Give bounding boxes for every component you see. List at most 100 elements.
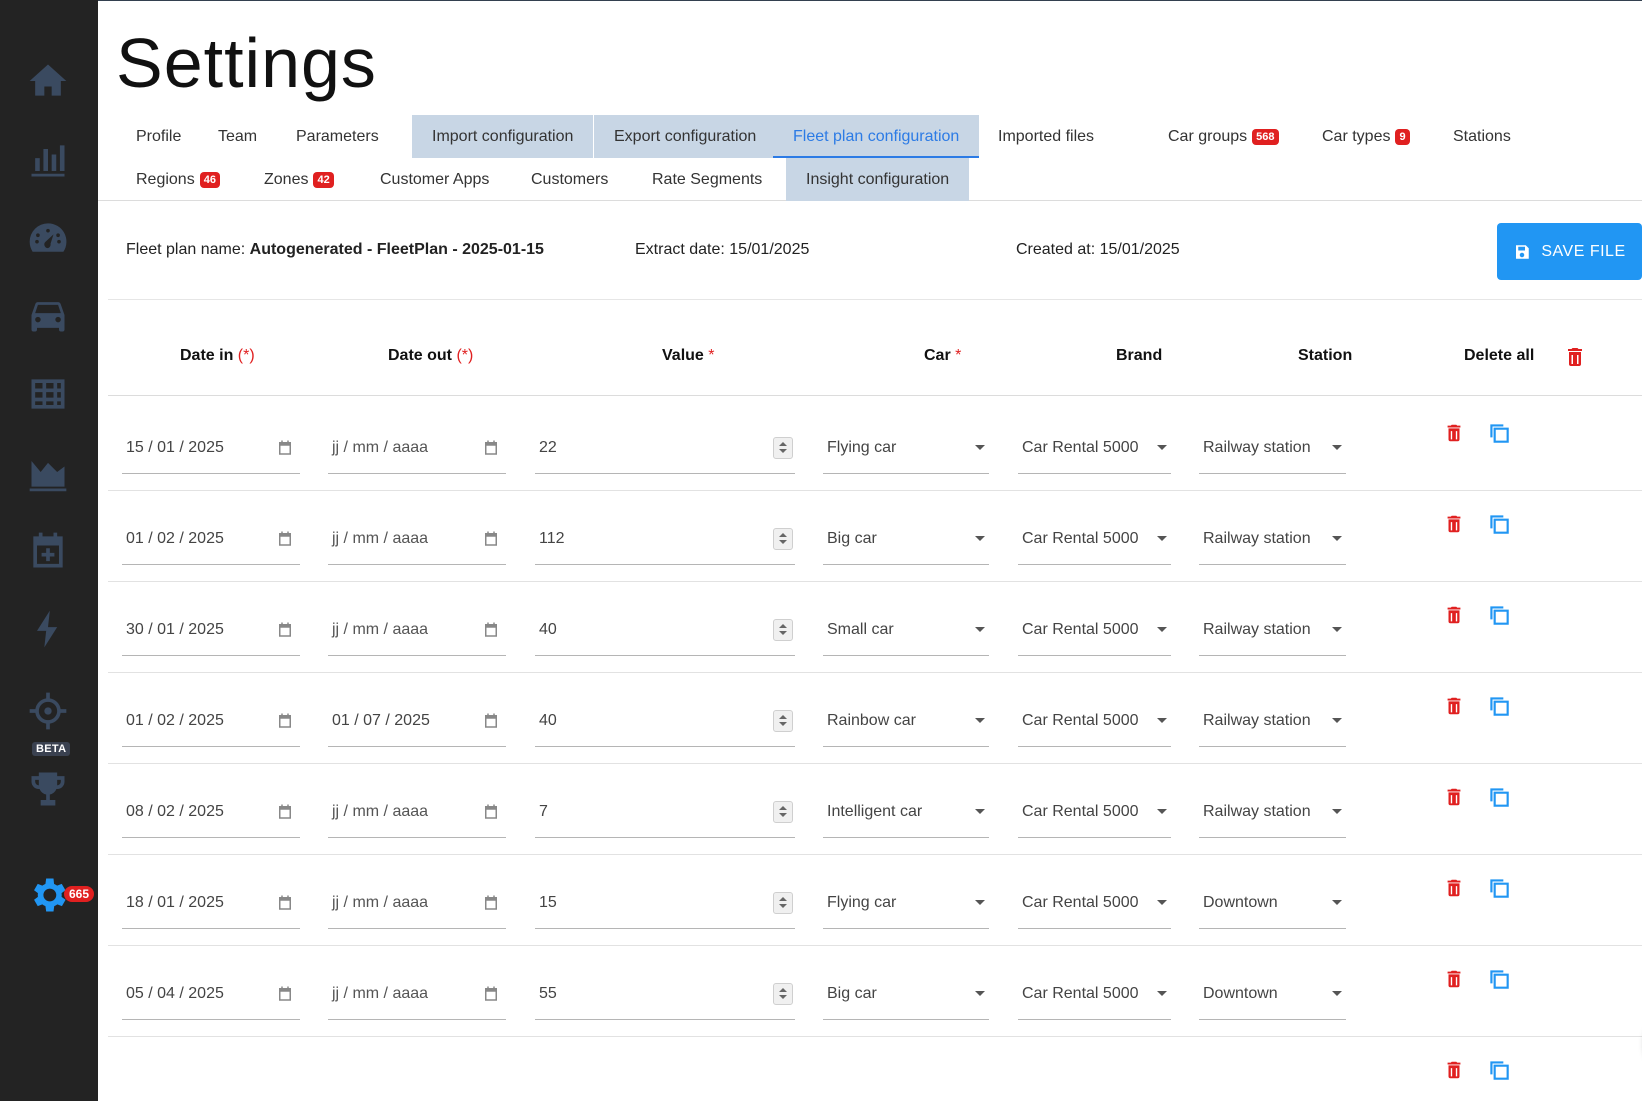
duplicate-row-icon[interactable] [1486,1057,1512,1083]
calendar-icon[interactable] [276,894,294,912]
tab-export-configuration[interactable]: Export configuration [594,115,777,158]
car-select[interactable]: Big car [823,513,989,565]
brand-select[interactable]: Car Rental 5000 [1018,604,1171,656]
calendar-icon[interactable] [482,530,500,548]
brand-select[interactable]: Car Rental 5000 [1018,513,1171,565]
delete-row-trash-icon[interactable] [1443,422,1465,444]
tab-zones[interactable]: Zones 42 [244,158,354,201]
tab-import-configuration[interactable]: Import configuration [412,115,594,158]
tab-rate-segments[interactable]: Rate Segments [632,158,782,201]
date-in-input[interactable]: 08 / 02 / 2025 [122,786,300,838]
value-number-input[interactable]: 22 [535,422,795,474]
delete-row-trash-icon[interactable] [1443,1059,1465,1081]
car-select[interactable]: Big car [823,968,989,1020]
tab-team[interactable]: Team [198,115,277,158]
delete-row-trash-icon[interactable] [1443,786,1465,808]
number-spinner[interactable] [773,982,793,1005]
value-number-input[interactable]: 112 [535,513,795,565]
car-icon[interactable] [23,290,73,340]
tab-customers[interactable]: Customers [511,158,628,201]
save-file-button[interactable]: SAVE FILE [1497,223,1642,280]
duplicate-row-icon[interactable] [1486,784,1512,810]
date-in-input[interactable]: 05 / 04 / 2025 [122,968,300,1020]
calendar-icon[interactable] [276,985,294,1003]
brand-select[interactable]: Car Rental 5000 [1018,968,1171,1020]
number-spinner[interactable] [773,527,793,550]
calendar-icon[interactable] [482,439,500,457]
delete-row-trash-icon[interactable] [1443,877,1465,899]
duplicate-row-icon[interactable] [1486,511,1512,537]
lightning-icon[interactable] [23,604,73,654]
brand-select[interactable]: Car Rental 5000 [1018,695,1171,747]
number-spinner[interactable] [773,709,793,732]
duplicate-row-icon[interactable] [1486,602,1512,628]
area-chart-icon[interactable] [23,447,73,497]
brand-select[interactable]: Car Rental 5000 [1018,877,1171,929]
calendar-icon[interactable] [276,712,294,730]
car-select[interactable]: Small car [823,604,989,656]
calendar-icon[interactable] [276,803,294,821]
tab-customer-apps[interactable]: Customer Apps [360,158,509,201]
delete-row-trash-icon[interactable] [1443,968,1465,990]
tab-car-groups[interactable]: Car groups 568 [1148,115,1299,158]
car-select[interactable]: Flying car [823,422,989,474]
delete-row-trash-icon[interactable] [1443,604,1465,626]
calendar-icon[interactable] [482,621,500,639]
tab-regions[interactable]: Regions 46 [116,158,240,201]
station-select[interactable]: Downtown [1199,877,1346,929]
delete-row-trash-icon[interactable] [1443,695,1465,717]
trophy-icon[interactable] [23,764,73,814]
calendar-icon[interactable] [482,894,500,912]
date-in-input[interactable]: 30 / 01 / 2025 [122,604,300,656]
tab-fleet-plan-configuration[interactable]: Fleet plan configuration [773,115,980,158]
calendar-icon[interactable] [276,530,294,548]
station-select[interactable]: Railway station [1199,786,1346,838]
tab-profile[interactable]: Profile [116,115,201,158]
date-in-input[interactable]: 18 / 01 / 2025 [122,877,300,929]
station-select[interactable]: Railway station [1199,604,1346,656]
delete-row-trash-icon[interactable] [1443,513,1465,535]
date-out-input[interactable]: jj / mm / aaaa [328,968,506,1020]
car-select[interactable]: Intelligent car [823,786,989,838]
number-spinner[interactable] [773,618,793,641]
tab-insight-configuration[interactable]: Insight configuration [786,158,970,201]
value-number-input[interactable]: 55 [535,968,795,1020]
duplicate-row-icon[interactable] [1486,966,1512,992]
tab-parameters[interactable]: Parameters [276,115,399,158]
value-number-input[interactable]: 40 [535,604,795,656]
calendar-add-icon[interactable] [23,526,73,576]
date-out-input[interactable]: 01 / 07 / 2025 [328,695,506,747]
tab-imported-files[interactable]: Imported files [978,115,1114,158]
date-out-input[interactable]: jj / mm / aaaa [328,422,506,474]
date-in-input[interactable]: 15 / 01 / 2025 [122,422,300,474]
calendar-icon[interactable] [276,439,294,457]
number-spinner[interactable] [773,436,793,459]
brand-select[interactable]: Car Rental 5000 [1018,786,1171,838]
date-out-input[interactable]: jj / mm / aaaa [328,786,506,838]
station-select[interactable]: Downtown [1199,968,1346,1020]
number-spinner[interactable] [773,891,793,914]
number-spinner[interactable] [773,800,793,823]
date-out-input[interactable]: jj / mm / aaaa [328,604,506,656]
date-in-input[interactable]: 01 / 02 / 2025 [122,513,300,565]
station-select[interactable]: Railway station [1199,422,1346,474]
bar-chart-icon[interactable] [23,135,73,185]
calendar-icon[interactable] [482,985,500,1003]
delete-all-trash-icon[interactable] [1563,345,1587,369]
date-in-input[interactable]: 01 / 02 / 2025 [122,695,300,747]
date-out-input[interactable]: jj / mm / aaaa [328,513,506,565]
station-select[interactable]: Railway station [1199,513,1346,565]
tab-stations[interactable]: Stations [1433,115,1531,158]
value-number-input[interactable]: 15 [535,877,795,929]
date-out-input[interactable]: jj / mm / aaaa [328,877,506,929]
crosshair-icon[interactable] [23,686,73,736]
brand-select[interactable]: Car Rental 5000 [1018,422,1171,474]
value-number-input[interactable]: 7 [535,786,795,838]
calendar-icon[interactable] [482,803,500,821]
car-select[interactable]: Flying car [823,877,989,929]
duplicate-row-icon[interactable] [1486,420,1512,446]
home-icon[interactable] [23,56,73,106]
tab-car-types[interactable]: Car types 9 [1302,115,1430,158]
station-select[interactable]: Railway station [1199,695,1346,747]
dashboard-gauge-icon[interactable] [23,213,73,263]
